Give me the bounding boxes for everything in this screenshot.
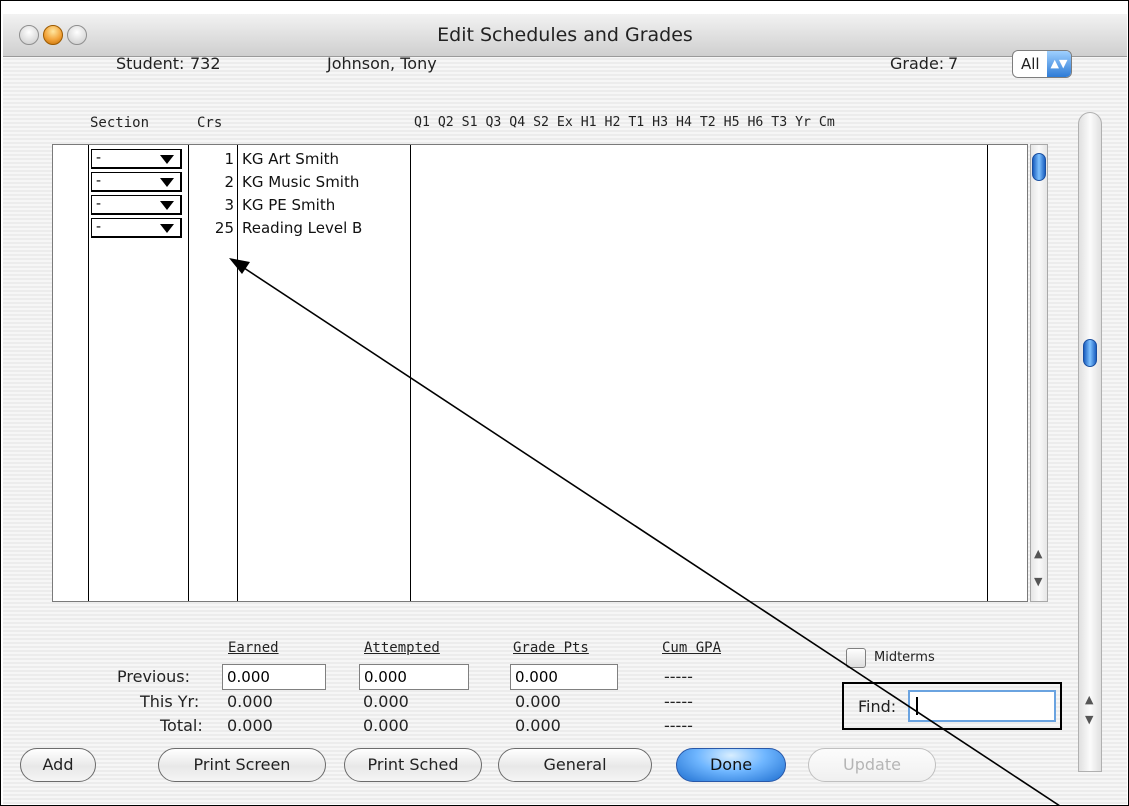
annotation-arrow [229, 258, 1061, 806]
